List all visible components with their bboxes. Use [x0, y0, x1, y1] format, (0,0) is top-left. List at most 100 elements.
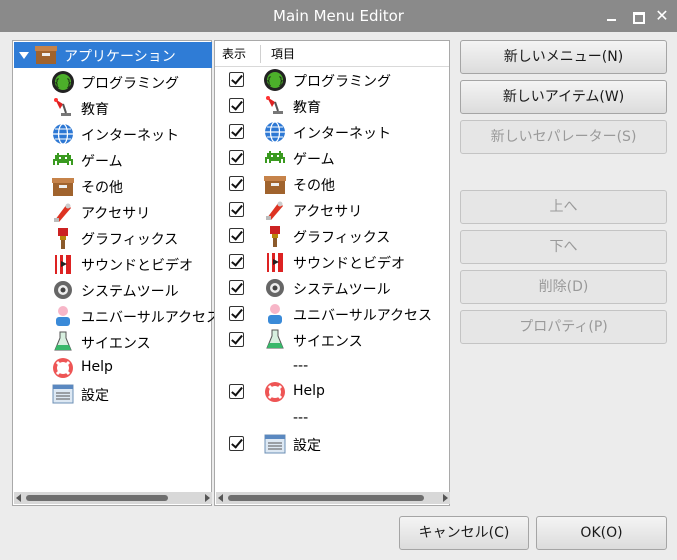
tree-root-label: アプリケーション [64, 49, 176, 65]
separator-label: --- [293, 410, 309, 426]
tree-item[interactable]: グラフィックス [13, 225, 211, 251]
cancel-button[interactable]: キャンセル(C) [399, 516, 529, 550]
tree-item[interactable]: ゲーム [13, 147, 211, 173]
tree-hscrollbar[interactable] [14, 492, 212, 504]
ok-button[interactable]: OK(O) [536, 516, 667, 550]
list-item[interactable]: サウンドとビデオ [215, 249, 449, 275]
education-icon [266, 96, 283, 114]
show-checkbox[interactable] [229, 124, 244, 139]
tree-item[interactable]: ユニバーサルアクセス [13, 303, 220, 329]
tree-item[interactable]: システムツール [13, 277, 211, 303]
science-icon [54, 331, 72, 351]
tree-item[interactable]: 設定 [13, 381, 211, 407]
separator-row[interactable]: --- [215, 353, 449, 379]
main-menu-editor-window: Main Menu Editor ✕ アプリケーション { } プログラミング 教育… [0, 0, 677, 560]
tree-item[interactable]: アクセサリ [13, 199, 211, 225]
help-icon [265, 382, 285, 402]
tree-item[interactable]: { } プログラミング [13, 69, 211, 95]
show-checkbox[interactable] [229, 176, 244, 191]
new-item-button[interactable]: 新しいアイテム(W) [460, 80, 667, 114]
menu-tree[interactable]: アプリケーション { } プログラミング 教育インターネットゲームその他アクセサリグ… [12, 40, 220, 506]
tree-item[interactable]: 教育 [13, 95, 211, 121]
list-item[interactable]: 教育 [215, 93, 449, 119]
preferences-icon [264, 434, 286, 454]
move-up-button[interactable]: 上へ [460, 190, 667, 224]
tree-root-row[interactable]: アプリケーション [14, 42, 212, 68]
tree-item[interactable]: その他 [13, 173, 211, 199]
column-divider [260, 45, 261, 63]
tools-icon [54, 203, 71, 222]
list-item[interactable]: 設定 [215, 431, 449, 457]
move-down-button[interactable]: 下へ [460, 230, 667, 264]
preferences-icon [52, 384, 74, 404]
list-item[interactable]: { } プログラミング [215, 67, 449, 93]
scroll-left-icon[interactable] [218, 494, 223, 502]
tree-item-label: プログラミング [81, 76, 179, 92]
tree-item-label: 教育 [81, 102, 109, 118]
show-checkbox[interactable] [229, 280, 244, 295]
minimize-icon[interactable] [602, 6, 622, 26]
universal-access-icon [268, 304, 282, 324]
close-icon[interactable]: ✕ [652, 6, 672, 26]
programming-icon: { } [52, 71, 74, 93]
list-item[interactable]: その他 [215, 171, 449, 197]
list-item[interactable]: アクセサリ [215, 197, 449, 223]
show-checkbox[interactable] [229, 228, 244, 243]
sound-video-icon [55, 255, 71, 274]
show-column-header[interactable]: 表示 [222, 45, 246, 62]
list-item-label: プログラミング [293, 74, 391, 90]
delete-button[interactable]: 削除(D) [460, 270, 667, 304]
title-bar[interactable]: Main Menu Editor ✕ [0, 0, 677, 32]
show-checkbox[interactable] [229, 72, 244, 87]
show-checkbox[interactable] [229, 306, 244, 321]
list-header: 表示 項目 [215, 41, 449, 67]
scroll-right-icon[interactable] [443, 494, 448, 502]
scroll-left-icon[interactable] [16, 494, 21, 502]
new-menu-button[interactable]: 新しいメニュー(N) [460, 40, 667, 74]
show-checkbox[interactable] [229, 254, 244, 269]
maximize-icon[interactable] [628, 6, 648, 26]
tree-item[interactable]: Help [13, 355, 211, 381]
new-separator-button[interactable]: 新しいセパレーター(S) [460, 120, 667, 154]
tree-item-label: Help [81, 359, 113, 375]
list-item-label: ゲーム [293, 152, 335, 168]
list-item-label: Help [293, 383, 325, 399]
show-checkbox[interactable] [229, 384, 244, 399]
internet-icon [53, 123, 73, 145]
list-item[interactable]: ユニバーサルアクセス [215, 301, 449, 327]
menu-item-list[interactable]: 表示 項目 { } プログラミング教育 インターネットゲームその他アクセサリ グラフィ… [214, 40, 450, 506]
tools-icon [266, 201, 283, 220]
scroll-right-icon[interactable] [205, 494, 210, 502]
tree-item-label: その他 [81, 180, 123, 196]
graphics-icon [270, 226, 280, 247]
list-item[interactable]: グラフィックス [215, 223, 449, 249]
tree-item[interactable]: サイエンス [13, 329, 211, 355]
list-item[interactable]: システムツール [215, 275, 449, 301]
properties-button[interactable]: プロパティ(P) [460, 310, 667, 344]
expand-arrow-icon[interactable] [19, 52, 29, 59]
list-scroll-thumb[interactable] [228, 495, 424, 501]
list-hscrollbar[interactable] [216, 492, 450, 504]
separator-row[interactable]: --- [215, 405, 449, 431]
show-checkbox[interactable] [229, 436, 244, 451]
tree-item-label: インターネット [81, 128, 179, 144]
tree-item-label: ユニバーサルアクセス [81, 310, 221, 326]
applications-folder-icon [35, 46, 57, 64]
item-column-header[interactable]: 項目 [271, 45, 295, 62]
tree-item-label: システムツール [81, 284, 179, 300]
show-checkbox[interactable] [229, 202, 244, 217]
tree-item[interactable]: サウンドとビデオ [13, 251, 211, 277]
show-checkbox[interactable] [229, 150, 244, 165]
show-checkbox[interactable] [229, 332, 244, 347]
list-item-label: その他 [293, 178, 335, 194]
show-checkbox[interactable] [229, 98, 244, 113]
tree-item[interactable]: インターネット [13, 121, 211, 147]
list-item[interactable]: ゲーム [215, 145, 449, 171]
tree-scroll-thumb[interactable] [26, 495, 168, 501]
programming-icon: { } [264, 69, 286, 91]
list-item[interactable]: サイエンス [215, 327, 449, 353]
list-item[interactable]: インターネット [215, 119, 449, 145]
list-item-label: ユニバーサルアクセス [293, 308, 433, 324]
help-icon [53, 358, 73, 378]
list-item[interactable]: Help [215, 379, 449, 405]
